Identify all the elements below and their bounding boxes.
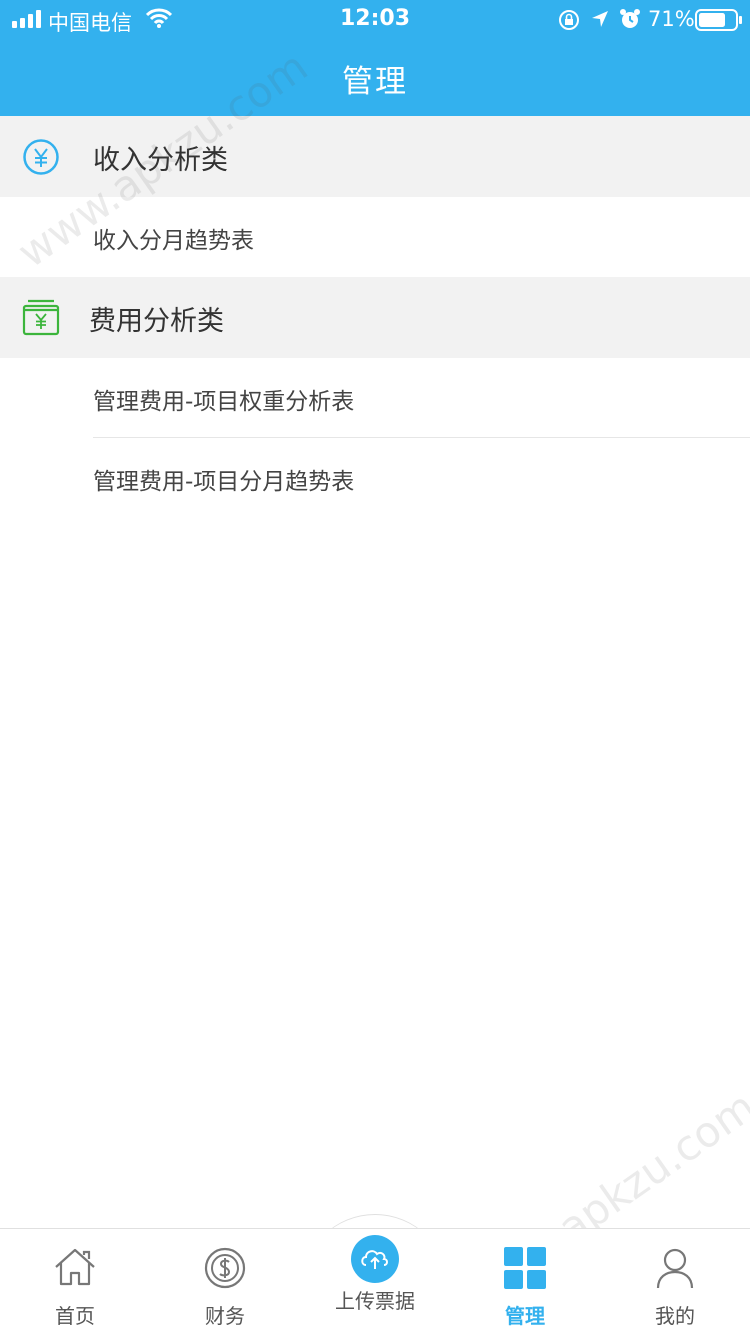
report-list: 收入分析类 收入分月趋势表 费用分析类 管理费用-项目权重分析表 管理费用-项目… xyxy=(0,116,750,518)
report-item-label: 管理费用-项目权重分析表 xyxy=(93,389,355,415)
status-bar: 中国电信 12:03 71% xyxy=(0,0,750,40)
tab-mine[interactable]: 我的 xyxy=(600,1229,750,1334)
tab-upload-receipt[interactable]: 上传票据 xyxy=(300,1215,450,1320)
yen-wallet-icon xyxy=(22,299,60,336)
tab-finance[interactable]: 财务 xyxy=(150,1229,300,1334)
section-header-expense: 费用分析类 xyxy=(0,277,750,358)
tab-label: 我的 xyxy=(655,1304,695,1328)
page-title: 管理 xyxy=(342,64,408,100)
tab-label: 首页 xyxy=(55,1304,95,1328)
alarm-icon xyxy=(620,9,640,28)
report-item-label: 收入分月趋势表 xyxy=(93,228,254,254)
tab-label: 财务 xyxy=(205,1304,245,1328)
tab-management[interactable]: 管理 xyxy=(450,1229,600,1334)
cloud-upload-icon xyxy=(351,1235,399,1283)
location-arrow-icon xyxy=(592,11,608,27)
battery-icon xyxy=(695,9,742,31)
tab-home[interactable]: 首页 xyxy=(0,1229,150,1334)
tab-label: 上传票据 xyxy=(335,1289,415,1313)
section-label: 费用分析类 xyxy=(89,306,224,337)
report-item-expense-monthly[interactable]: 管理费用-项目分月趋势表 xyxy=(0,438,750,518)
tab-bar: 首页 财务 上传票据 管理 我的 xyxy=(0,1228,750,1334)
person-icon xyxy=(656,1248,694,1289)
home-icon xyxy=(55,1248,95,1286)
grid-icon xyxy=(504,1247,546,1289)
battery-percent: 71% xyxy=(648,7,695,31)
dollar-coin-icon xyxy=(204,1247,246,1289)
section-header-income: 收入分析类 xyxy=(0,116,750,197)
report-item-label: 管理费用-项目分月趋势表 xyxy=(93,469,355,495)
section-label: 收入分析类 xyxy=(93,145,228,176)
rotation-lock-icon xyxy=(559,10,579,30)
tab-label: 管理 xyxy=(505,1304,545,1328)
report-item-income-monthly[interactable]: 收入分月趋势表 xyxy=(0,197,750,277)
top-bar: 中国电信 12:03 71% 管理 xyxy=(0,0,750,116)
report-item-expense-weight[interactable]: 管理费用-项目权重分析表 xyxy=(0,358,750,438)
yen-circle-icon xyxy=(23,139,59,175)
